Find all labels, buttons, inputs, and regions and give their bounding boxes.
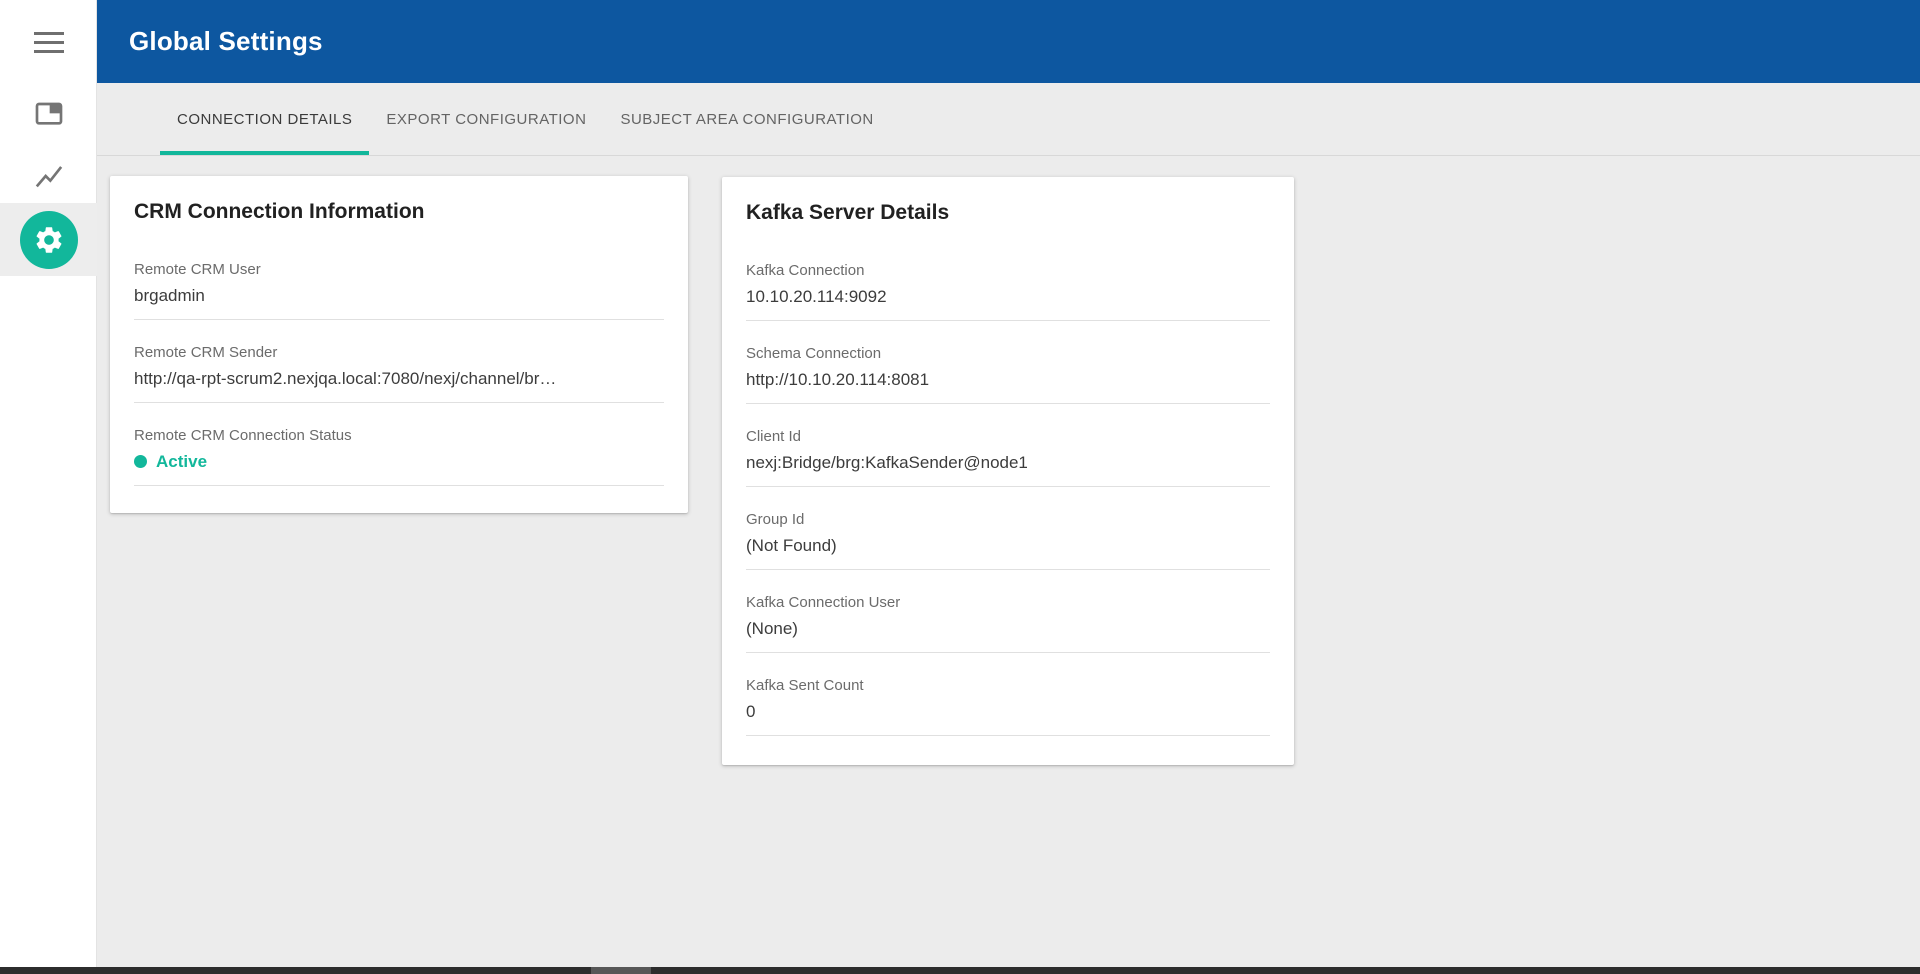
gear-icon bbox=[33, 224, 65, 256]
field-value: nexj:Bridge/brg:KafkaSender@node1 bbox=[746, 452, 1270, 473]
settings-active-indicator bbox=[20, 211, 78, 269]
card-title: CRM Connection Information bbox=[134, 199, 664, 225]
field-value: http://10.10.20.114:8081 bbox=[746, 369, 1270, 390]
field-label: Group Id bbox=[746, 511, 1270, 529]
tab-subject-area-configuration[interactable]: SUBJECT AREA CONFIGURATION bbox=[603, 83, 890, 155]
crm-connection-status-value: Active bbox=[134, 451, 664, 472]
field-value: 0 bbox=[746, 701, 1270, 722]
field-value: brgadmin bbox=[134, 285, 664, 306]
field-row: Schema Connection http://10.10.20.114:80… bbox=[746, 345, 1270, 404]
tab-export-configuration[interactable]: EXPORT CONFIGURATION bbox=[369, 83, 603, 155]
field-row: Remote CRM Sender http://qa-rpt-scrum2.n… bbox=[134, 344, 664, 403]
field-row: Remote CRM User brgadmin bbox=[134, 261, 664, 320]
field-label: Kafka Sent Count bbox=[746, 677, 1270, 695]
sidebar-item-settings[interactable] bbox=[0, 203, 97, 276]
field-underline bbox=[746, 652, 1270, 653]
card-title: Kafka Server Details bbox=[746, 200, 1270, 226]
tab-window-icon bbox=[33, 98, 65, 130]
field-underline bbox=[746, 569, 1270, 570]
field-label: Kafka Connection bbox=[746, 262, 1270, 280]
field-value: 10.10.20.114:9092 bbox=[746, 286, 1270, 307]
content-area: CRM Connection Information Remote CRM Us… bbox=[97, 156, 1920, 967]
field-row: Group Id (Not Found) bbox=[746, 511, 1270, 570]
hamburger-icon bbox=[34, 32, 64, 53]
field-underline bbox=[134, 319, 664, 320]
field-underline bbox=[746, 735, 1270, 736]
sidebar bbox=[0, 0, 97, 967]
tab-connection-details[interactable]: CONNECTION DETAILS bbox=[160, 83, 369, 155]
field-underline bbox=[134, 485, 664, 486]
sidebar-item-pages[interactable] bbox=[0, 90, 97, 138]
status-text: Active bbox=[156, 451, 207, 472]
horizontal-scrollbar-thumb[interactable] bbox=[591, 967, 651, 974]
sidebar-item-charts[interactable] bbox=[0, 154, 97, 202]
page-title: Global Settings bbox=[129, 26, 323, 57]
menu-button[interactable] bbox=[0, 18, 97, 66]
tab-bar: CONNECTION DETAILS EXPORT CONFIGURATION … bbox=[97, 83, 1920, 156]
field-row: Kafka Connection 10.10.20.114:9092 bbox=[746, 262, 1270, 321]
field-underline bbox=[134, 402, 664, 403]
field-underline bbox=[746, 403, 1270, 404]
field-row: Kafka Connection User (None) bbox=[746, 594, 1270, 653]
field-label: Client Id bbox=[746, 428, 1270, 446]
field-label: Kafka Connection User bbox=[746, 594, 1270, 612]
field-label: Remote CRM Sender bbox=[134, 344, 664, 362]
field-row: Kafka Sent Count 0 bbox=[746, 677, 1270, 736]
status-dot-icon bbox=[134, 455, 147, 468]
kafka-server-card: Kafka Server Details Kafka Connection 10… bbox=[722, 177, 1294, 765]
field-value: (None) bbox=[746, 618, 1270, 639]
field-row: Client Id nexj:Bridge/brg:KafkaSender@no… bbox=[746, 428, 1270, 487]
app-header: Global Settings bbox=[97, 0, 1920, 83]
app-window: Global Settings CONNECTION DETAILS EXPOR… bbox=[0, 0, 1920, 974]
field-row: Remote CRM Connection Status Active bbox=[134, 427, 664, 486]
field-label: Remote CRM User bbox=[134, 261, 664, 279]
field-underline bbox=[746, 486, 1270, 487]
field-underline bbox=[746, 320, 1270, 321]
field-label: Schema Connection bbox=[746, 345, 1270, 363]
field-value: (Not Found) bbox=[746, 535, 1270, 556]
trend-line-icon bbox=[33, 162, 65, 194]
field-label: Remote CRM Connection Status bbox=[134, 427, 664, 445]
field-value: http://qa-rpt-scrum2.nexjqa.local:7080/n… bbox=[134, 368, 664, 389]
crm-connection-card: CRM Connection Information Remote CRM Us… bbox=[110, 176, 688, 513]
horizontal-scrollbar[interactable] bbox=[0, 967, 1920, 974]
